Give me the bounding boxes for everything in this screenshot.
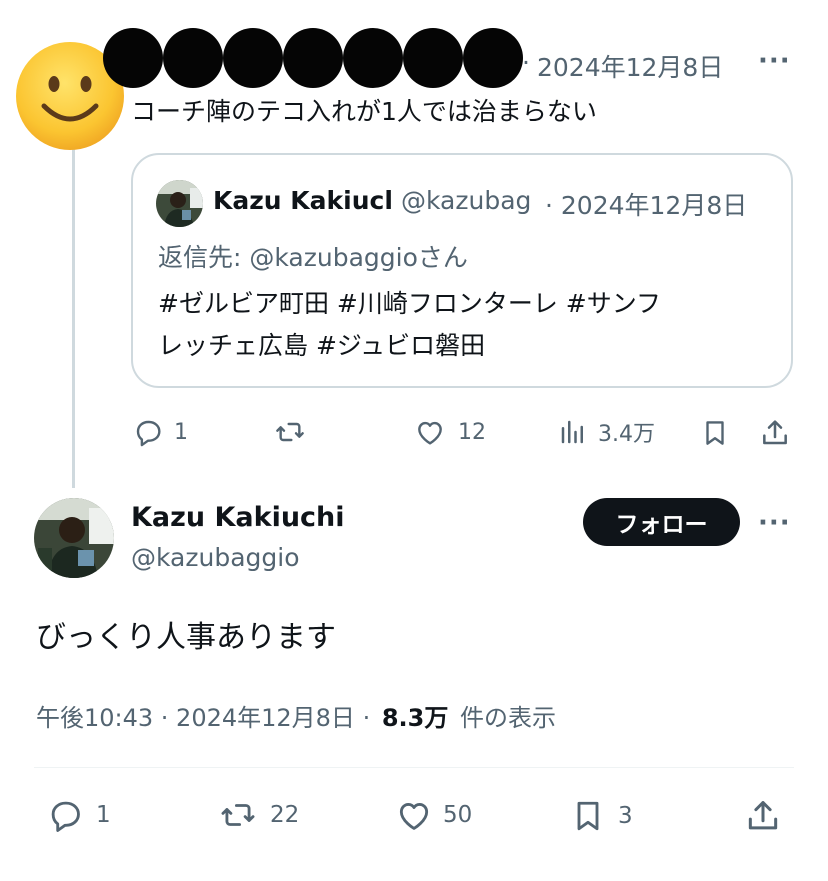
divider	[34, 767, 794, 768]
reply-icon	[51, 801, 80, 832]
parent-like-count: 12	[458, 419, 486, 445]
main-reply-count: 1	[96, 802, 111, 828]
parent-tweet-dot-separator: ·	[522, 48, 530, 77]
share-icon	[763, 420, 787, 445]
follow-button[interactable]: フォロー	[583, 498, 740, 546]
parent-retweet-button[interactable]	[273, 416, 307, 448]
parent-bookmark-button[interactable]	[700, 416, 730, 450]
parent-share-button[interactable]	[759, 416, 791, 450]
bookmark-icon	[577, 801, 599, 831]
parent-views-button[interactable]: 3.4万	[558, 416, 655, 448]
quoted-tweet-time[interactable]: · 2024年12月8日	[545, 186, 747, 222]
main-like-button[interactable]: 50	[395, 796, 472, 834]
main-tweet-timestamp[interactable]: 午後10:43 · 2024年12月8日 ·	[36, 704, 370, 732]
main-bookmark-button[interactable]: 3	[570, 796, 633, 836]
quoted-tweet-text-line1: #ゼルビア町田 #川崎フロンターレ #サンフ	[158, 289, 661, 318]
parent-reply-count: 1	[174, 419, 188, 445]
main-retweet-count: 22	[270, 802, 300, 828]
quoted-author-handle[interactable]: @kazubag	[401, 186, 539, 215]
parent-tweet-time[interactable]: 2024年12月8日	[537, 48, 723, 84]
more-options-icon[interactable]: ···	[758, 46, 791, 76]
main-reply-button[interactable]: 1	[46, 796, 111, 834]
main-bookmark-count: 3	[618, 803, 633, 829]
heart-icon	[399, 802, 429, 830]
more-options-icon[interactable]: ···	[758, 508, 791, 538]
reply-icon	[136, 420, 161, 447]
heart-icon	[418, 421, 442, 445]
main-tweet-meta: 午後10:43 · 2024年12月8日 · 8.3万 件の表示	[36, 698, 556, 733]
quoted-author-name[interactable]: Kazu Kakiucl	[213, 186, 395, 215]
main-author-handle[interactable]: @kazubaggio	[131, 543, 300, 572]
quoted-reply-to: 返信先: @kazubaggioさん	[158, 243, 468, 272]
main-tweet-view-count: 8.3万	[381, 704, 449, 732]
parent-view-count: 3.4万	[598, 422, 655, 447]
quoted-author-avatar	[156, 180, 203, 227]
retweet-icon	[276, 422, 304, 442]
main-retweet-button[interactable]: 22	[218, 796, 299, 834]
quoted-tweet-text-line2: レッチェ広島 #ジュビロ磐田	[158, 331, 486, 360]
parent-reply-button[interactable]: 1	[132, 416, 188, 448]
parent-like-button[interactable]: 12	[414, 416, 486, 448]
thread-connector-line	[72, 148, 75, 488]
bar-chart-icon	[561, 420, 583, 444]
main-author-avatar[interactable]	[34, 498, 114, 578]
bookmark-icon	[706, 421, 724, 445]
main-like-count: 50	[443, 802, 473, 828]
main-author-name[interactable]: Kazu Kakiuchi	[131, 502, 345, 533]
main-tweet-text: びっくり人事あります	[36, 620, 336, 655]
share-icon	[748, 801, 778, 830]
retweet-icon	[221, 804, 255, 826]
parent-tweet-text: コーチ陣のテコ入れが1人では治まらない	[131, 97, 597, 126]
main-share-button[interactable]	[744, 796, 782, 836]
main-tweet-view-label: 件の表示	[460, 704, 556, 732]
